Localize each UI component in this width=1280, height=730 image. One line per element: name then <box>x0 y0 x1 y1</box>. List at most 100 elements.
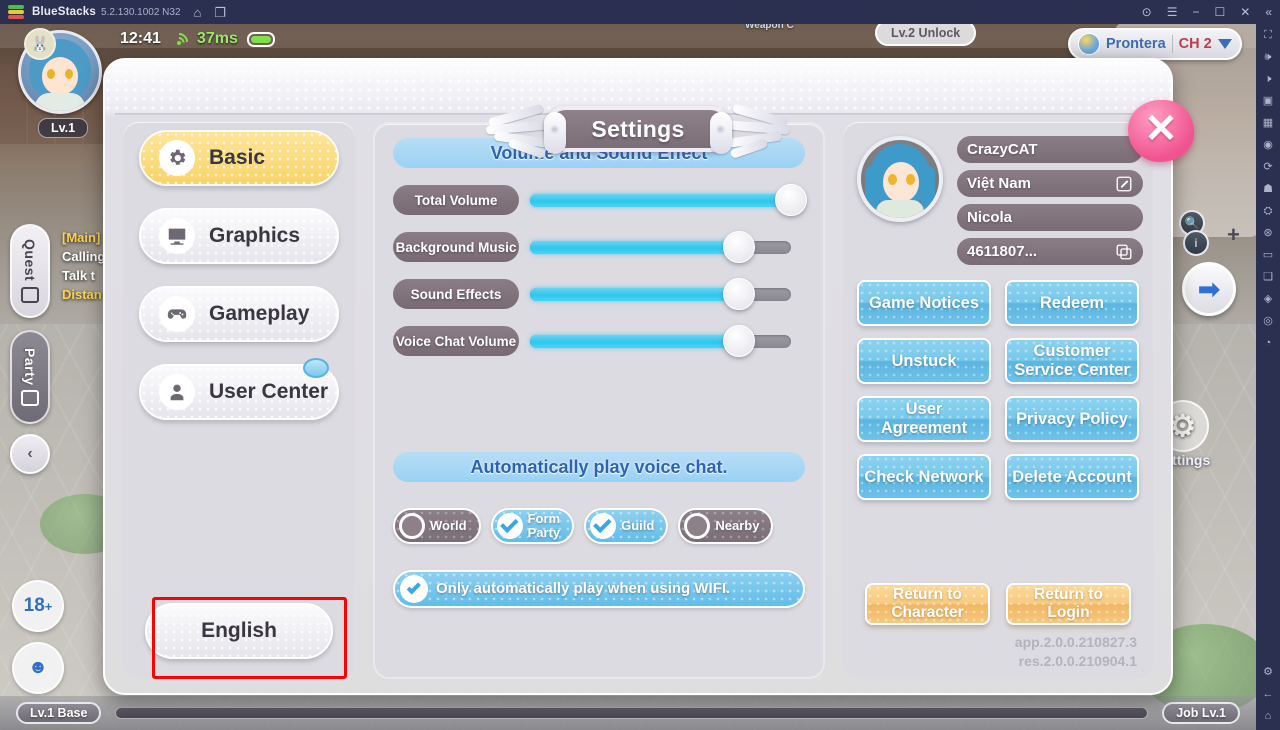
job-level-badge: Job Lv.1 <box>1162 702 1240 724</box>
screenshot-icon[interactable]: ▦ <box>1263 118 1273 129</box>
checkbox-box-icon <box>399 513 425 539</box>
slider-knob[interactable] <box>722 278 755 310</box>
button-customer-service-center[interactable]: Customer Service Center <box>1005 338 1139 384</box>
checkbox-guild[interactable]: Guild <box>584 508 669 544</box>
sidebar-item-gameplay[interactable]: Gameplay <box>139 286 339 342</box>
button-return-to-login[interactable]: Return to Login <box>1006 583 1131 625</box>
button-user-agreement[interactable]: User Agreement <box>857 396 991 442</box>
bluestacks-titlebar: BlueStacks 5.2.130.1002 N32 ⌂ ❐ ⊙ ☰ − ☐ … <box>0 0 1280 24</box>
status-bar: 12:41 37ms <box>120 26 275 55</box>
bluestacks-logo-icon <box>8 5 24 19</box>
minimap-info-icon[interactable]: i <box>1183 230 1209 256</box>
account-fields: CrazyCAT Việt Nam Nicola 4611807... <box>957 136 1143 265</box>
chevron-down-icon[interactable] <box>1217 39 1232 49</box>
sidebar-item-graphics[interactable]: Graphics <box>139 208 339 264</box>
sidebar-item-basic[interactable]: Basic <box>139 130 339 186</box>
sit-emote-button[interactable]: ☻ <box>12 642 64 694</box>
volume-up-icon[interactable]: 🕪 <box>1265 52 1272 63</box>
button-privacy-policy[interactable]: Privacy Policy <box>1005 396 1139 442</box>
multi-instance-icon[interactable]: ❐ <box>214 6 226 19</box>
button-check-network[interactable]: Check Network <box>857 454 991 500</box>
video-record-icon[interactable]: ◉ <box>1263 140 1273 151</box>
help-icon[interactable]: ⊙ <box>1142 6 1152 18</box>
language-button[interactable]: English <box>145 603 333 659</box>
edit-icon[interactable] <box>1115 175 1133 193</box>
voice-chat-options: World Form Party Guild Nearby <box>393 508 805 544</box>
slider-track[interactable] <box>530 231 791 263</box>
folder-icon[interactable]: ▭ <box>1263 250 1273 261</box>
location-icon[interactable]: ⊛ <box>1263 228 1272 239</box>
home-nav-icon[interactable]: ⌂ <box>1265 711 1272 722</box>
checkbox-label: Only automatically play when using WIFI. <box>436 580 731 597</box>
slider-fill <box>530 193 791 207</box>
return-buttons: Return to Character Return to Login <box>857 583 1139 625</box>
slider-background-music[interactable]: Background Music <box>393 231 805 263</box>
checkbox-form-party[interactable]: Form Party <box>490 508 575 544</box>
dialog-title-banner: Settings <box>485 103 791 159</box>
copy-icon[interactable]: ❏ <box>1263 272 1273 283</box>
avatar[interactable] <box>857 136 943 222</box>
button-game-notices[interactable]: Game Notices <box>857 280 991 326</box>
home-icon[interactable]: ⌂ <box>194 6 202 19</box>
slider-sound-effects[interactable]: Sound Effects <box>393 278 805 310</box>
button-return-to-character[interactable]: Return to Character <box>865 583 990 625</box>
checkbox-world[interactable]: World <box>393 508 481 544</box>
copy-icon[interactable] <box>1115 243 1133 261</box>
slider-knob[interactable] <box>775 184 807 216</box>
slider-track[interactable] <box>530 278 791 310</box>
close-icon[interactable]: ✕ <box>1240 6 1250 18</box>
collapse-hud-button[interactable]: ‹ <box>10 434 50 474</box>
button-redeem[interactable]: Redeem <box>1005 280 1139 326</box>
sidebar-item-label: Graphics <box>209 224 301 247</box>
slider-knob[interactable] <box>722 325 755 357</box>
maximize-icon[interactable]: ☐ <box>1214 6 1225 18</box>
party-people-icon <box>21 390 39 407</box>
slider-voice-chat-volume[interactable]: Voice Chat Volume <box>393 325 805 357</box>
location-bar[interactable]: Prontera CH 2 <box>1068 28 1242 60</box>
sidebar-item-user-center[interactable]: User Center <box>139 358 339 420</box>
button-delete-account[interactable]: Delete Account <box>1005 454 1139 500</box>
sidebar-item-label: Gameplay <box>209 302 310 325</box>
macro-icon[interactable]: ◔ <box>1265 338 1272 349</box>
checkbox-label: Nearby <box>715 518 760 533</box>
checkmark-icon <box>400 575 428 603</box>
checkbox-wifi-only[interactable]: Only automatically play when using WIFI. <box>393 570 805 608</box>
age-rating-text: 18 <box>23 595 45 616</box>
slider-track[interactable] <box>530 325 791 357</box>
keyboard-mapping-icon[interactable]: ▣ <box>1263 96 1273 107</box>
wifi-icon <box>166 29 192 55</box>
slider-track[interactable] <box>530 184 807 216</box>
slider-fill <box>530 334 739 348</box>
battery-icon <box>246 31 275 47</box>
menu-icon[interactable]: ☰ <box>1167 6 1178 18</box>
auto-move-button[interactable]: ➡ <box>1182 262 1236 316</box>
minimize-icon[interactable]: − <box>1192 6 1199 18</box>
back-icon[interactable]: ← <box>1263 689 1274 700</box>
slider-total-volume[interactable]: Total Volume <box>393 184 807 216</box>
checkbox-label: World <box>430 518 467 533</box>
quest-tab[interactable]: Quest <box>10 224 50 318</box>
gamepad-icon[interactable]: ⛭ <box>1264 206 1273 217</box>
location-name: Prontera <box>1106 36 1166 52</box>
volume-down-icon[interactable]: 🕨 <box>1265 74 1272 85</box>
rotate-icon[interactable]: ⟳ <box>1263 162 1272 173</box>
party-tab[interactable]: Party <box>10 330 50 424</box>
channel-label: CH 2 <box>1178 36 1212 52</box>
close-button[interactable]: ✕ <box>1128 100 1194 162</box>
quest-book-icon <box>21 286 39 303</box>
checkbox-nearby[interactable]: Nearby <box>678 508 774 544</box>
dialog-title-text: Settings <box>591 115 685 142</box>
slider-knob[interactable] <box>722 231 755 263</box>
gamepad-icon <box>159 296 195 332</box>
pet-icon[interactable]: 🐰 <box>24 28 56 60</box>
button-unstuck[interactable]: Unstuck <box>857 338 991 384</box>
fullscreen-icon[interactable]: ⛶ <box>1264 30 1272 41</box>
minimap-zoom-in-icon[interactable]: + <box>1227 222 1240 248</box>
slider-fill <box>530 287 739 301</box>
bluestacks-sidebar: ⛶ 🕪 🕨 ▣ ▦ ◉ ⟳ ☗ ⛭ ⊛ ▭ ❏ ◈ ◎ ◔ ⚙ ← ⌂ <box>1256 24 1280 730</box>
multi-instance-manager-icon[interactable]: ◎ <box>1263 316 1273 327</box>
collapse-icon[interactable]: « <box>1265 6 1272 18</box>
shake-icon[interactable]: ☗ <box>1263 184 1273 195</box>
eraser-icon[interactable]: ◈ <box>1264 294 1272 305</box>
settings-icon[interactable]: ⚙ <box>1263 667 1273 678</box>
